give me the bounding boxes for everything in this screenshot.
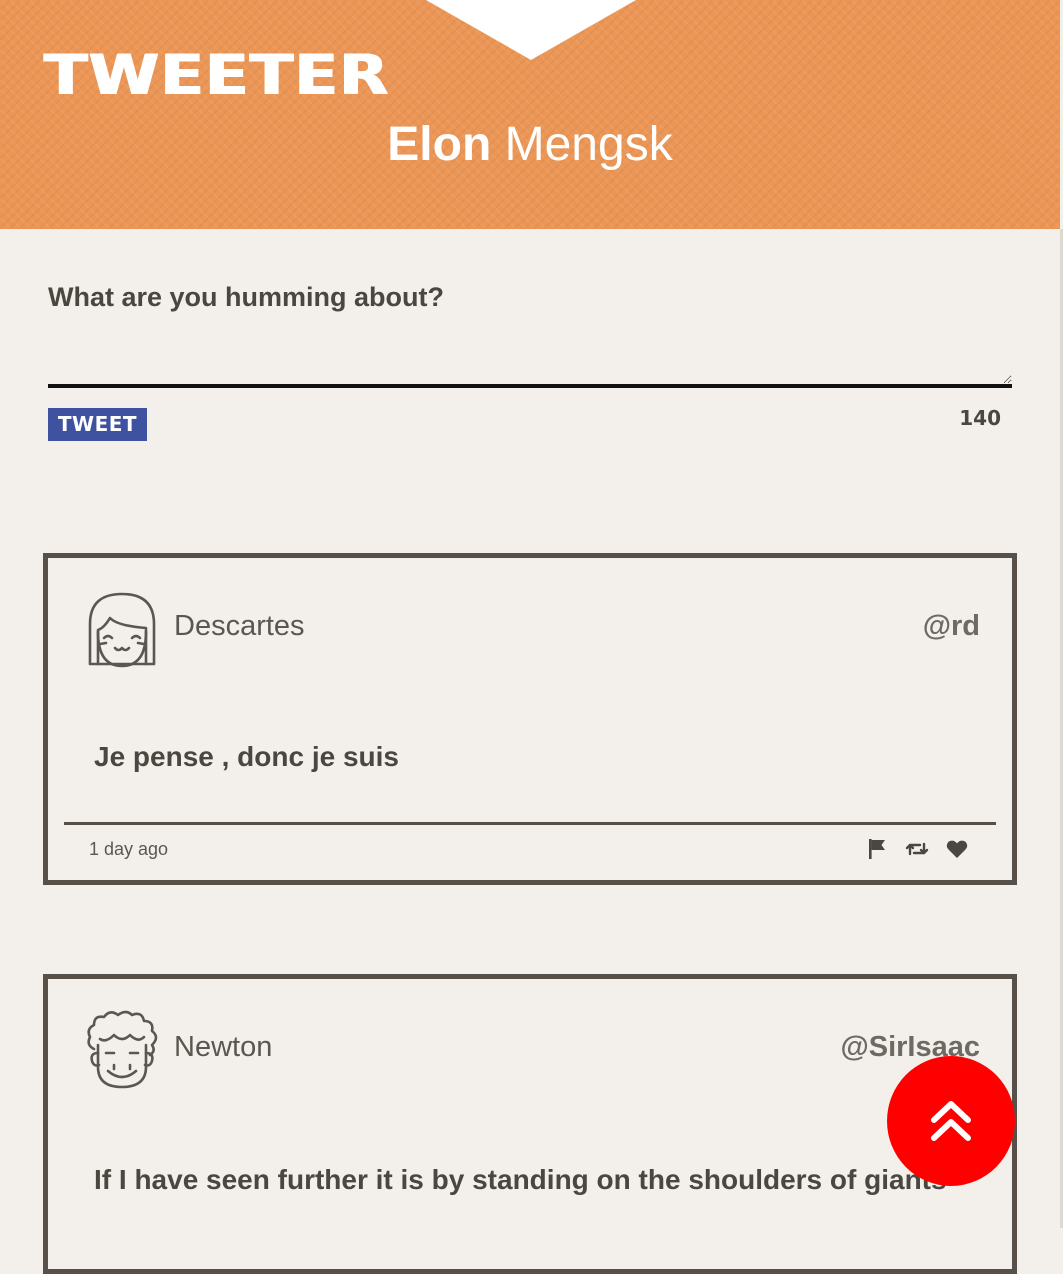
tweet-card: Newton @SirIsaac If I have seen further … [43,974,1017,1274]
tweet-text: If I have seen further it is by standing… [94,1164,947,1195]
tweet-divider [64,822,996,825]
tweet-author-name: Descartes [174,610,305,642]
tweet-author-handle[interactable]: @rd [923,610,980,643]
flag-icon[interactable] [864,837,890,861]
profile-first-name: Elon [387,118,492,171]
tweet-submit-button[interactable]: TWEET [48,408,147,441]
brand-logo: TWEETER [44,44,390,108]
retweet-icon[interactable] [904,837,930,861]
scroll-to-top-button[interactable] [887,1056,1015,1186]
compose-label: What are you humming about? [48,282,444,312]
tweet-text: Je pense , donc je suis [94,741,400,772]
heart-icon[interactable] [944,837,970,861]
curly-hair-face-avatar-icon [87,1010,158,1089]
char-counter: 140 [959,406,1001,430]
tweet-card: Descartes @rd Je pense , donc je suis 1 … [43,553,1017,885]
tweet-actions [864,837,970,861]
app-header: TWEETER Elon Mengsk [0,0,1060,229]
tweet-author-name: Newton [174,1031,273,1063]
profile-last-name: Mengsk [504,118,673,171]
girl-face-avatar-icon [88,592,156,668]
profile-name: Elon Mengsk [0,116,1060,174]
compose-input[interactable] [48,320,1012,388]
double-chevron-up-icon [931,1101,971,1141]
tweet-timestamp: 1 day ago [89,839,169,859]
header-notch [426,0,636,60]
